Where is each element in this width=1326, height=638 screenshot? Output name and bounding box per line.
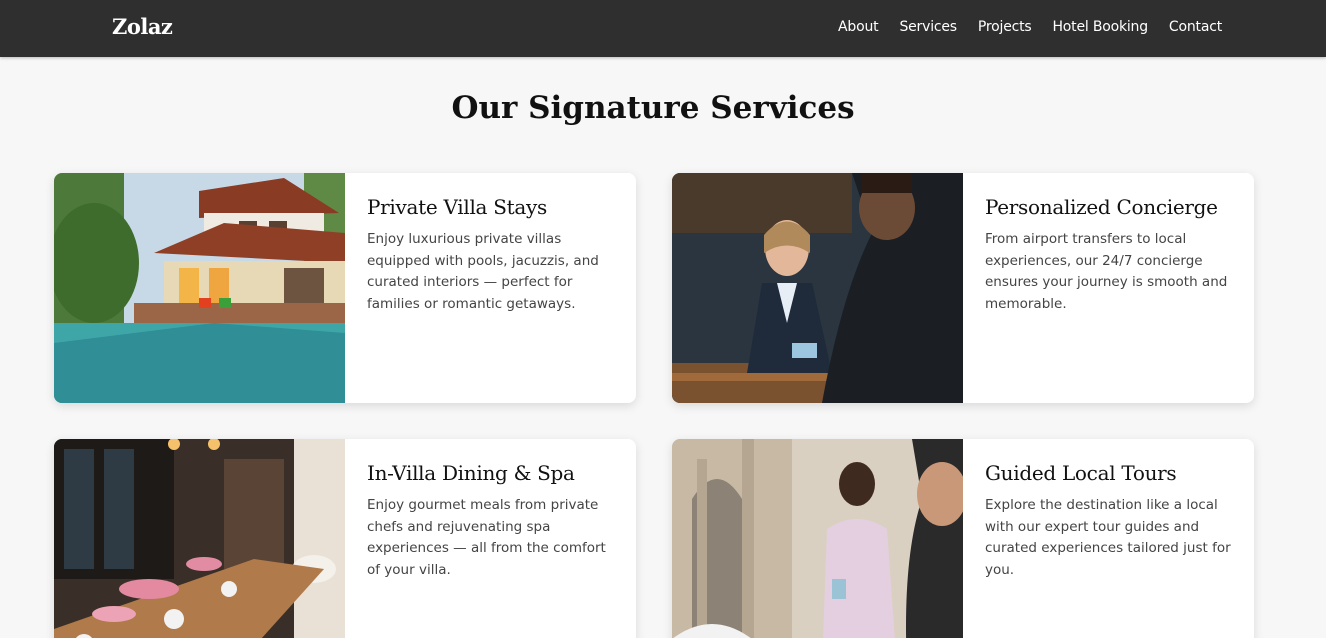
tour-guide-photo xyxy=(672,439,963,638)
card-body: In-Villa Dining & Spa Enjoy gourmet meal… xyxy=(345,439,636,638)
card-title: Personalized Concierge xyxy=(985,195,1218,219)
dining-table-photo xyxy=(54,439,345,638)
nav-link-about[interactable]: About xyxy=(838,19,879,35)
nav-link-projects[interactable]: Projects xyxy=(978,19,1032,35)
card-title: Guided Local Tours xyxy=(985,461,1177,485)
nav-link-contact[interactable]: Contact xyxy=(1169,19,1222,35)
card-body: Guided Local Tours Explore the destinati… xyxy=(963,439,1254,638)
concierge-desk-photo xyxy=(672,173,963,403)
navbar: Zolaz About Services Projects Hotel Book… xyxy=(0,0,1326,57)
nav-link-hotel-booking[interactable]: Hotel Booking xyxy=(1052,19,1148,35)
service-card-tours[interactable]: Guided Local Tours Explore the destinati… xyxy=(672,439,1254,638)
card-body: Personalized Concierge From airport tran… xyxy=(963,173,1254,403)
section-title: Our Signature Services xyxy=(451,90,855,126)
card-text: Enjoy gourmet meals from private chefs a… xyxy=(367,497,606,578)
card-title: Private Villa Stays xyxy=(367,195,547,219)
card-title: In-Villa Dining & Spa xyxy=(367,461,575,485)
service-card-dining-spa[interactable]: In-Villa Dining & Spa Enjoy gourmet meal… xyxy=(54,439,636,638)
brand-logo[interactable]: Zolaz xyxy=(112,14,173,39)
service-card-concierge[interactable]: Personalized Concierge From airport tran… xyxy=(672,173,1254,403)
card-body: Private Villa Stays Enjoy luxurious priv… xyxy=(345,173,636,403)
card-text: Enjoy luxurious private villas equipped … xyxy=(367,231,599,312)
nav-link-services[interactable]: Services xyxy=(899,19,957,35)
villa-pool-photo xyxy=(54,173,345,403)
nav-links: About Services Projects Hotel Booking Co… xyxy=(838,19,1222,35)
card-text: Explore the destination like a local wit… xyxy=(985,497,1231,578)
service-card-villa[interactable]: Private Villa Stays Enjoy luxurious priv… xyxy=(54,173,636,403)
card-text: From airport transfers to local experien… xyxy=(985,231,1228,312)
